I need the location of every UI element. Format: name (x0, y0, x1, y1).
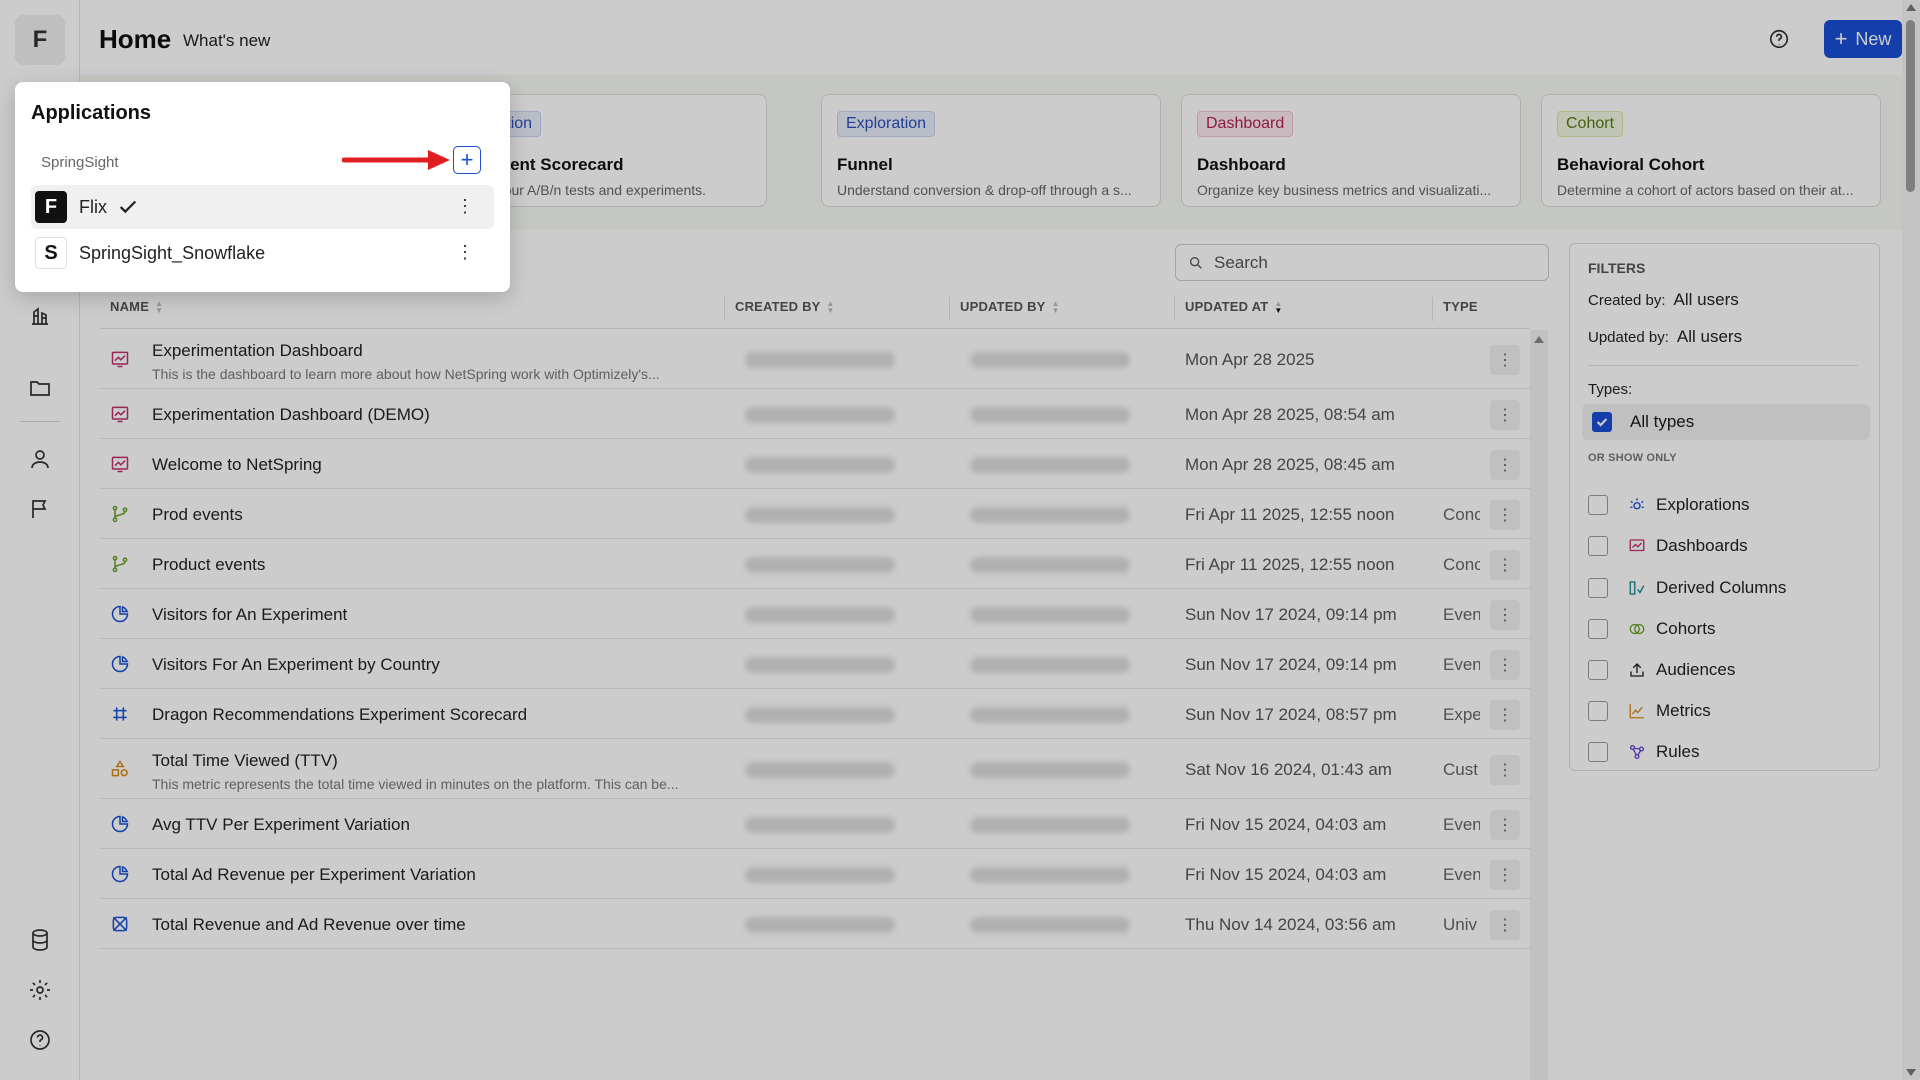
app-item-flix[interactable]: F Flix ⋮ (31, 185, 494, 229)
app-name: Flix (79, 196, 107, 217)
app-item-springsight-snowflake[interactable]: S SpringSight_Snowflake ⋮ (31, 231, 494, 275)
more-options-icon[interactable]: ⋮ (456, 243, 474, 261)
applications-popover: Applications SpringSight + F Flix ⋮ S Sp… (15, 82, 510, 292)
more-options-icon[interactable]: ⋮ (456, 197, 474, 215)
app-group-label: SpringSight (41, 154, 119, 171)
annotation-arrow-icon (342, 150, 450, 170)
app-name: SpringSight_Snowflake (79, 242, 266, 263)
app-avatar: S (35, 237, 67, 269)
app-avatar: F (35, 191, 67, 223)
popover-title: Applications (31, 102, 152, 124)
checkmark-icon (119, 200, 137, 214)
add-application-button[interactable]: + (453, 146, 481, 174)
